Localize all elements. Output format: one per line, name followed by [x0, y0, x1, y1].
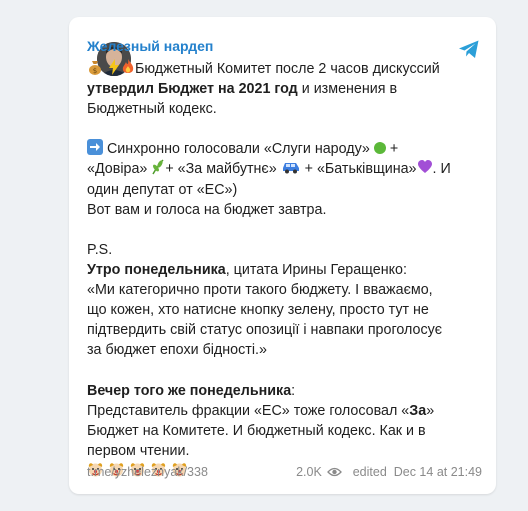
right-arrow-icon — [87, 139, 103, 156]
quote-line: «Ми категорично проти такого бюджету. І … — [87, 282, 433, 299]
post-line: : — [291, 382, 296, 399]
edited-label: edited — [352, 465, 387, 479]
purple-heart-icon — [417, 160, 432, 174]
zap-icon — [108, 59, 119, 75]
quote-line: що кожен, хто натисне кнопку зелену, про… — [87, 302, 429, 319]
post-bold: Вечер того же понедельника — [87, 382, 292, 399]
post-line: Синхронно голосовали «Слуги народу» — [106, 141, 370, 158]
fire-icon — [122, 59, 134, 73]
post-meta: 2.0K edited Dec 14 at 21:49 — [296, 465, 482, 479]
green-circle-icon — [373, 142, 386, 155]
post-line: Вот вам и голоса на бюджет завтра. — [87, 201, 327, 218]
post-link[interactable]: t.me/yzheleznyak/338 — [87, 465, 208, 479]
post-text: $ Бюджетный Комитет после 2 часов дискус… — [87, 59, 487, 482]
post-line: P.S. — [87, 241, 113, 258]
post-line: + «За майбутнє» — [165, 161, 277, 178]
post-line: . И — [432, 161, 451, 178]
post-bold: утвердил Бюджет на 2021 год — [87, 81, 298, 98]
post-line: Бюджет на Комитете. И бюджетный кодекс. … — [87, 422, 426, 439]
post-line: Бюджетный Комитет после 2 часов дискусси… — [134, 61, 440, 77]
post-date[interactable]: Dec 14 at 21:49 — [394, 465, 482, 479]
money-bag-icon: $ — [89, 61, 101, 75]
view-count: 2.0K — [296, 465, 322, 479]
post-bold: Утро понедельника — [87, 261, 226, 278]
post-line: » — [426, 402, 435, 419]
post-line: , цитата Ирины Геращенко: — [225, 261, 407, 278]
post-line: Бюджетный кодекс. — [87, 101, 217, 118]
car-icon — [282, 163, 299, 174]
quote-line: підтвердить свій статус опозиції і навпа… — [87, 322, 443, 339]
post-line: первом чтении. — [87, 442, 190, 459]
post-line: «Довіра» — [87, 161, 148, 178]
post-line: один депутат от «ЕС») — [87, 181, 238, 198]
quote-line: за бюджет епохи бідності.» — [87, 342, 267, 359]
svg-text:$: $ — [93, 67, 97, 75]
post-line: + «Батьківщина» — [300, 161, 417, 178]
herb-icon — [152, 159, 164, 175]
post-line: и изменения в — [297, 81, 398, 98]
post-line: Представитель фракции «ЕС» тоже голосова… — [87, 402, 410, 419]
telegram-icon[interactable] — [457, 37, 481, 61]
eye-icon — [327, 467, 343, 477]
post-bold: За — [409, 402, 427, 419]
post-footer: t.me/yzheleznyak/338 2.0K edited Dec 14 … — [87, 465, 482, 479]
channel-name[interactable]: Железный нардеп — [87, 38, 213, 54]
